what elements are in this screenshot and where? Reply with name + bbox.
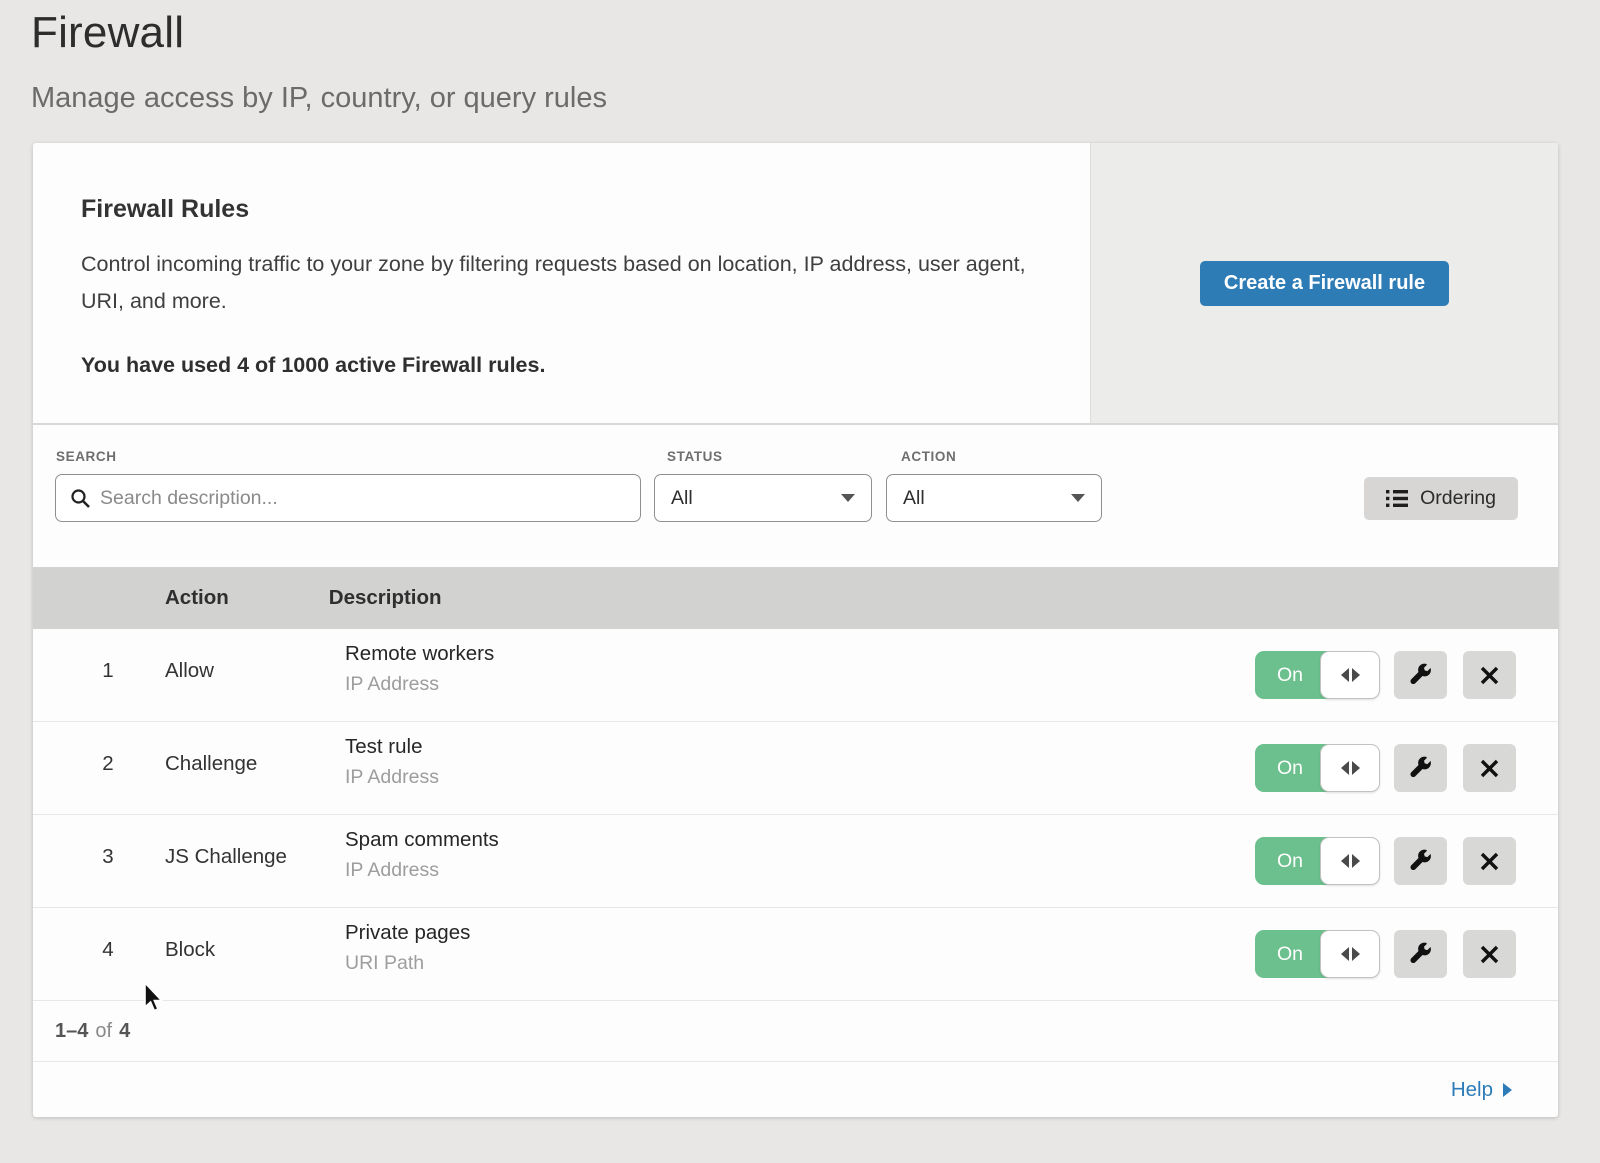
rule-action: Allow bbox=[165, 659, 214, 683]
arrow-left-icon bbox=[1341, 854, 1349, 868]
rule-description: Test rule bbox=[345, 735, 439, 759]
rule-match-type: IP Address bbox=[345, 673, 494, 696]
status-select[interactable]: All bbox=[654, 474, 872, 522]
rule-priority: 1 bbox=[93, 659, 123, 683]
rule-action: Block bbox=[165, 938, 215, 962]
rule-match-type: URI Path bbox=[345, 952, 470, 975]
chevron-down-icon bbox=[1071, 494, 1085, 502]
rule-description-block: Test rule IP Address bbox=[345, 735, 439, 789]
section-description: Control incoming traffic to your zone by… bbox=[81, 246, 1030, 320]
rule-action: Challenge bbox=[165, 752, 257, 776]
card-footer: Help bbox=[33, 1062, 1558, 1117]
table-row: 3 JS Challenge Spam comments IP Address … bbox=[33, 815, 1558, 908]
edit-rule-button[interactable] bbox=[1394, 744, 1447, 792]
search-input[interactable] bbox=[100, 487, 626, 510]
delete-rule-button[interactable] bbox=[1463, 651, 1516, 699]
rule-description: Spam comments bbox=[345, 828, 499, 852]
close-icon bbox=[1480, 666, 1499, 685]
arrow-right-icon bbox=[1352, 854, 1360, 868]
arrow-left-icon bbox=[1341, 668, 1349, 682]
table-row: 2 Challenge Test rule IP Address On bbox=[33, 722, 1558, 815]
rule-description-block: Remote workers IP Address bbox=[345, 642, 494, 696]
list-ordering-icon bbox=[1386, 489, 1408, 508]
column-header-description: Description bbox=[329, 586, 442, 610]
table-row: 1 Allow Remote workers IP Address On bbox=[33, 629, 1558, 722]
arrow-right-icon bbox=[1503, 1083, 1512, 1097]
wrench-icon bbox=[1409, 663, 1433, 687]
status-label: STATUS bbox=[667, 449, 723, 464]
wrench-icon bbox=[1409, 849, 1433, 873]
rule-priority: 4 bbox=[93, 938, 123, 962]
delete-rule-button[interactable] bbox=[1463, 744, 1516, 792]
wrench-icon bbox=[1409, 942, 1433, 966]
rule-match-type: IP Address bbox=[345, 859, 499, 882]
action-select-value: All bbox=[903, 487, 925, 510]
column-header-action: Action bbox=[165, 586, 229, 610]
search-icon bbox=[70, 488, 91, 509]
rule-description-block: Private pages URI Path bbox=[345, 921, 470, 975]
create-firewall-rule-button[interactable]: Create a Firewall rule bbox=[1200, 261, 1449, 306]
wrench-icon bbox=[1409, 756, 1433, 780]
pagination-range: 1–4 bbox=[55, 1020, 88, 1043]
search-label: SEARCH bbox=[56, 449, 117, 464]
firewall-rules-card: Firewall Rules Control incoming traffic … bbox=[33, 143, 1558, 1117]
arrow-left-icon bbox=[1341, 761, 1349, 775]
rule-enabled-toggle[interactable]: On bbox=[1255, 837, 1380, 885]
action-label: ACTION bbox=[901, 449, 956, 464]
toggle-handle[interactable] bbox=[1320, 744, 1380, 792]
arrow-left-icon bbox=[1341, 947, 1349, 961]
help-link[interactable]: Help bbox=[1451, 1078, 1512, 1102]
page-header: Firewall Manage access by IP, country, o… bbox=[0, 0, 1600, 115]
rule-description: Private pages bbox=[345, 921, 470, 945]
page-subtitle: Manage access by IP, country, or query r… bbox=[31, 82, 1600, 115]
table-row: 4 Block Private pages URI Path On bbox=[33, 908, 1558, 1001]
rule-priority: 3 bbox=[93, 845, 123, 869]
overview-action-panel: Create a Firewall rule bbox=[1090, 143, 1558, 423]
overview-section: Firewall Rules Control incoming traffic … bbox=[33, 143, 1558, 425]
rule-description-block: Spam comments IP Address bbox=[345, 828, 499, 882]
close-icon bbox=[1480, 759, 1499, 778]
edit-rule-button[interactable] bbox=[1394, 837, 1447, 885]
page-title: Firewall bbox=[31, 8, 1600, 58]
arrow-right-icon bbox=[1352, 761, 1360, 775]
delete-rule-button[interactable] bbox=[1463, 837, 1516, 885]
pagination-of: of bbox=[95, 1020, 112, 1043]
help-link-label: Help bbox=[1451, 1078, 1493, 1102]
filters-bar: SEARCH STATUS ACTION All All Ordering bbox=[33, 425, 1558, 567]
status-select-value: All bbox=[671, 487, 693, 510]
table-header: Action Description bbox=[33, 567, 1558, 629]
rule-match-type: IP Address bbox=[345, 766, 439, 789]
close-icon bbox=[1480, 852, 1499, 871]
close-icon bbox=[1480, 945, 1499, 964]
overview-text-block: Firewall Rules Control incoming traffic … bbox=[33, 143, 1090, 423]
rule-description: Remote workers bbox=[345, 642, 494, 666]
toggle-handle[interactable] bbox=[1320, 837, 1380, 885]
rule-enabled-toggle[interactable]: On bbox=[1255, 930, 1380, 978]
pagination-bar: 1–4 of 4 bbox=[33, 1001, 1558, 1062]
action-select[interactable]: All bbox=[886, 474, 1102, 522]
delete-rule-button[interactable] bbox=[1463, 930, 1516, 978]
rule-action: JS Challenge bbox=[165, 845, 287, 869]
arrow-right-icon bbox=[1352, 668, 1360, 682]
rule-enabled-toggle[interactable]: On bbox=[1255, 744, 1380, 792]
ordering-button[interactable]: Ordering bbox=[1364, 477, 1518, 520]
pagination-total: 4 bbox=[119, 1020, 130, 1043]
edit-rule-button[interactable] bbox=[1394, 930, 1447, 978]
section-heading: Firewall Rules bbox=[81, 195, 1030, 224]
chevron-down-icon bbox=[841, 494, 855, 502]
ordering-button-label: Ordering bbox=[1420, 487, 1496, 510]
rule-enabled-toggle[interactable]: On bbox=[1255, 651, 1380, 699]
search-box bbox=[55, 474, 641, 522]
toggle-handle[interactable] bbox=[1320, 651, 1380, 699]
toggle-handle[interactable] bbox=[1320, 930, 1380, 978]
arrow-right-icon bbox=[1352, 947, 1360, 961]
usage-summary: You have used 4 of 1000 active Firewall … bbox=[81, 353, 1030, 378]
edit-rule-button[interactable] bbox=[1394, 651, 1447, 699]
rule-priority: 2 bbox=[93, 752, 123, 776]
